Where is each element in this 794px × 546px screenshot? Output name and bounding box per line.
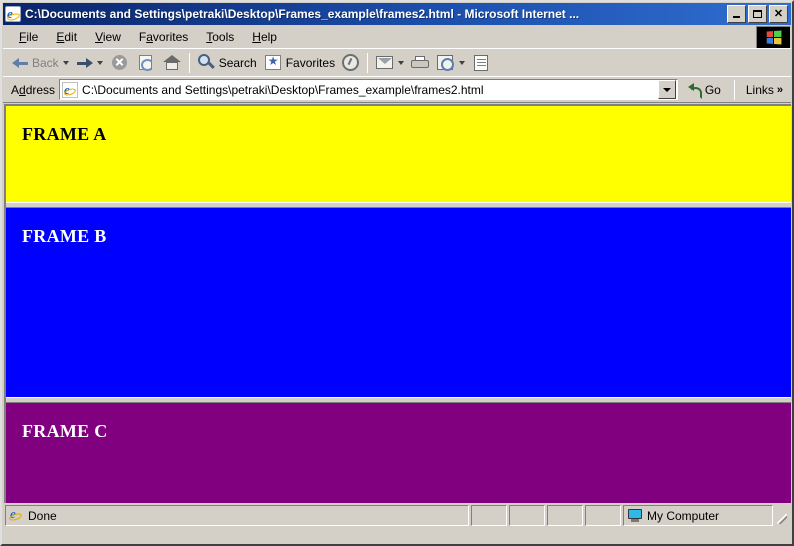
back-history-chevron-down-icon[interactable]: [62, 60, 69, 65]
minimize-button[interactable]: [727, 5, 746, 23]
windows-flag-logo: [756, 26, 790, 48]
discuss-button[interactable]: [469, 51, 493, 75]
home-icon: [162, 54, 181, 71]
stop-icon: [111, 54, 127, 70]
refresh-button[interactable]: [133, 51, 159, 75]
mail-button[interactable]: [372, 51, 397, 75]
forward-history-chevron-down-icon[interactable]: [96, 60, 103, 65]
address-value: C:\Documents and Settings\petraki\Deskto…: [82, 82, 484, 97]
go-label: Go: [704, 82, 721, 97]
address-input[interactable]: e C:\Documents and Settings\petraki\Desk…: [59, 79, 678, 100]
frame-a-label: FRAME A: [22, 124, 107, 144]
close-button[interactable]: ✕: [769, 5, 788, 23]
ie-document-icon: e: [5, 6, 21, 22]
search-icon: [197, 54, 215, 71]
menu-item-view[interactable]: View: [87, 28, 129, 46]
status-message-panel: e Done: [5, 505, 469, 526]
frame-b-label: FRAME B: [22, 226, 107, 246]
ie-page-icon: e: [62, 81, 79, 98]
double-chevron-right-icon: »: [776, 83, 783, 96]
window-title: C:\Documents and Settings\petraki\Deskto…: [25, 7, 580, 21]
toolbar: Back Search Favorites: [3, 48, 791, 76]
forward-button[interactable]: [73, 51, 96, 75]
refresh-icon: [138, 54, 154, 71]
fullscreen-button[interactable]: [432, 51, 458, 75]
fullscreen-chevron-down-icon[interactable]: [459, 60, 466, 65]
fullscreen-icon: [437, 55, 455, 71]
menu-item-help[interactable]: Help: [244, 28, 285, 46]
home-button[interactable]: [159, 51, 185, 75]
back-label: Back: [32, 55, 59, 70]
menu-item-tools[interactable]: Tools: [198, 28, 242, 46]
title-bar: e C:\Documents and Settings\petraki\Desk…: [3, 3, 791, 25]
print-icon: [411, 55, 430, 70]
menu-item-edit[interactable]: Edit: [48, 28, 85, 46]
status-panel-4: [585, 505, 621, 526]
my-computer-icon: [627, 508, 643, 523]
security-zone-label: My Computer: [647, 508, 720, 523]
discuss-icon: [474, 54, 489, 71]
mail-chevron-down-icon[interactable]: [398, 60, 405, 65]
address-label: Address: [11, 82, 56, 97]
favorites-star-icon: [264, 54, 281, 70]
address-dropdown-button[interactable]: [657, 80, 676, 99]
menu-bar: File Edit View Favorites Tools Help: [3, 26, 791, 48]
favorites-label: Favorites: [285, 55, 336, 70]
go-button[interactable]: Go: [682, 79, 727, 101]
back-button[interactable]: Back: [9, 51, 62, 75]
chevron-down-icon: [662, 87, 671, 92]
mail-icon: [376, 56, 394, 69]
ie-icon: e: [9, 508, 24, 523]
status-message: Done: [28, 508, 57, 523]
security-zone-panel[interactable]: My Computer: [623, 505, 773, 526]
links-button[interactable]: Links »: [742, 83, 787, 97]
toolbar-separator-2: [367, 52, 369, 73]
print-button[interactable]: [408, 51, 432, 75]
window-controls: ✕: [727, 5, 789, 23]
address-separator: [733, 79, 735, 100]
browser-window: e C:\Documents and Settings\petraki\Desk…: [0, 0, 794, 546]
status-bar: e Done My Computer: [3, 504, 791, 526]
media-icon: [342, 54, 360, 71]
content-area: FRAME A FRAME B FRAME C: [3, 102, 791, 503]
links-label: Links: [745, 82, 774, 97]
forward-arrow-icon: [76, 56, 93, 70]
favorites-button[interactable]: Favorites: [260, 51, 338, 75]
status-panel-1: [471, 505, 507, 526]
status-panel-2: [509, 505, 545, 526]
media-button[interactable]: [338, 51, 363, 75]
frame-c[interactable]: FRAME C: [6, 403, 791, 503]
frame-b[interactable]: FRAME B: [6, 208, 791, 397]
frame-a[interactable]: FRAME A: [6, 106, 791, 202]
search-label: Search: [218, 55, 257, 70]
back-arrow-icon: [12, 56, 29, 70]
address-bar: Address e C:\Documents and Settings\petr…: [3, 76, 791, 102]
go-arrow-icon: [687, 83, 702, 99]
menu-items: File Edit View Favorites Tools Help: [3, 26, 285, 48]
menu-item-favorites[interactable]: Favorites: [131, 28, 196, 46]
maximize-button[interactable]: [748, 5, 767, 23]
resize-grip[interactable]: [775, 505, 789, 526]
close-icon: ✕: [773, 7, 784, 20]
frameset: FRAME A FRAME B FRAME C: [4, 104, 791, 503]
toolbar-separator: [188, 52, 190, 73]
stop-button[interactable]: [107, 51, 133, 75]
status-panel-3: [547, 505, 583, 526]
menu-item-file[interactable]: File: [11, 28, 46, 46]
frame-c-label: FRAME C: [22, 421, 108, 441]
search-button[interactable]: Search: [194, 51, 260, 75]
